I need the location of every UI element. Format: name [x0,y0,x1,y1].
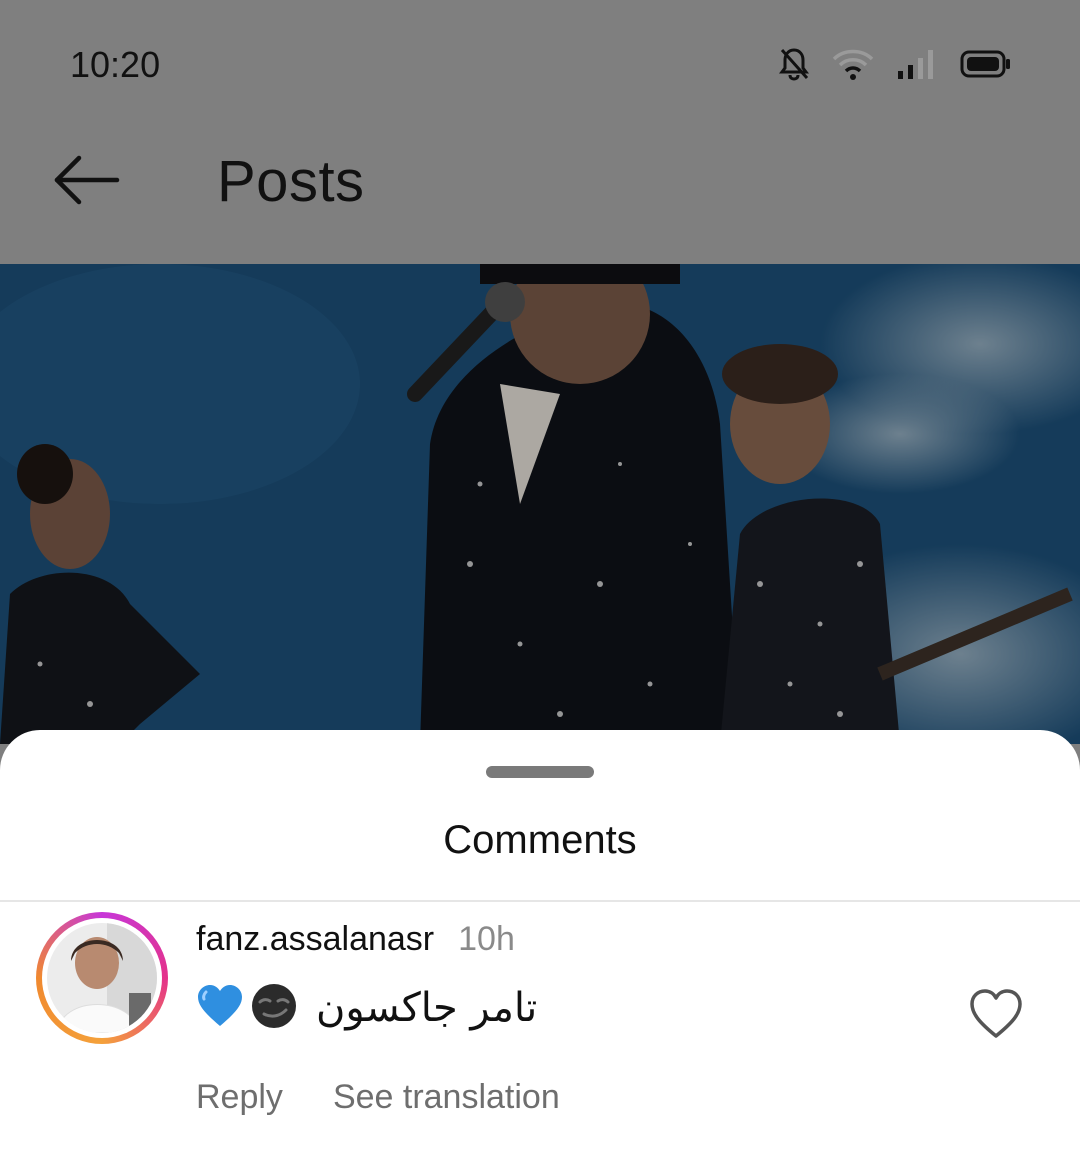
reply-button[interactable]: Reply [196,1078,283,1117]
screen: 10:20 Posts Comments fanz.assalanasr 10h… [0,0,1080,1156]
drag-handle[interactable] [486,766,594,778]
status-bar: 10:20 [0,0,1080,130]
comment-actions: Reply See translation [196,1078,560,1117]
comments-title: Comments [443,818,637,862]
page-title: Posts [217,149,365,214]
comment-body: تامر جاكسون [196,978,537,1038]
post-media[interactable] [0,264,1080,744]
post-image [0,264,1080,744]
bell-muted-icon [778,46,810,82]
arrow-left-icon [51,154,121,211]
wifi-icon [832,47,874,81]
smirk-face-emoji [250,982,298,1035]
comment-item: fanz.assalanasr 10h تامر جاكسون Reply Se… [0,902,1080,1156]
status-icons [778,46,1012,82]
avatar-image [47,923,157,1033]
like-button[interactable] [968,988,1024,1040]
comment-meta: fanz.assalanasr 10h [196,920,515,959]
see-translation-button[interactable]: See translation [333,1078,560,1117]
status-time: 10:20 [70,44,161,85]
app-header: Posts [0,130,1080,264]
comment-text: تامر جاكسون [316,985,538,1031]
comment-username[interactable]: fanz.assalanasr [196,920,434,959]
battery-icon [960,49,1012,79]
avatar[interactable] [36,912,168,1044]
back-button[interactable] [46,150,126,214]
signal-icon [896,47,938,81]
blue-heart-emoji [196,984,244,1033]
comments-sheet: Comments fanz.assalanasr 10h تامر جاكسون… [0,730,1080,1156]
heart-outline-icon [968,989,1024,1044]
comment-time: 10h [458,920,515,958]
